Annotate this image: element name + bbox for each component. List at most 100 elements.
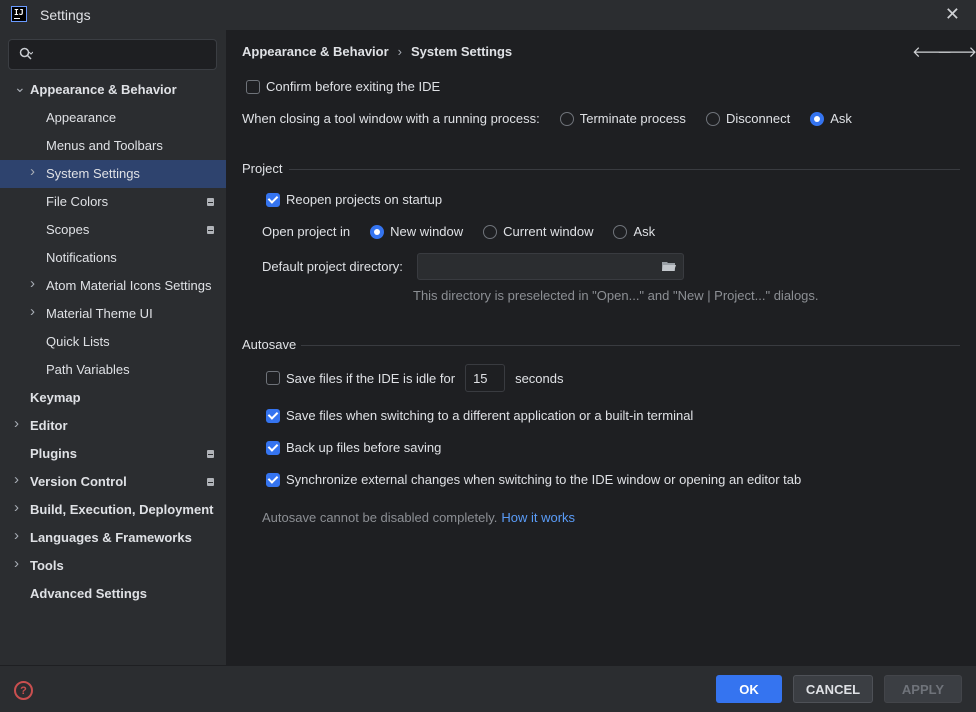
sidebar-item-label: File Colors — [46, 194, 109, 209]
sidebar-item-notifications[interactable]: Notifications — [0, 244, 226, 272]
tool-window-ask-option[interactable]: Ask — [810, 111, 852, 126]
ok-button[interactable]: OK — [716, 675, 782, 703]
tool-window-disconnect-radio[interactable] — [705, 111, 720, 126]
default-dir-row: Default project directory: — [262, 259, 403, 274]
sidebar-item-material-theme-ui[interactable]: › Material Theme UI — [0, 300, 226, 328]
sidebar-item-build-execution-deployment[interactable]: › Build, Execution, Deployment — [0, 496, 226, 524]
sidebar-item-label: System Settings — [46, 166, 140, 181]
switching-save-label: Save files when switching to a different… — [286, 408, 694, 423]
sidebar-item-plugins[interactable]: Plugins — [0, 440, 226, 468]
breadcrumb: Appearance & Behavior › System Settings — [242, 44, 512, 59]
sidebar-item-label: Quick Lists — [46, 334, 110, 349]
sidebar-item-label: Editor — [30, 418, 68, 433]
intellij-app-icon: IJ — [11, 6, 27, 22]
chevron-right-icon[interactable]: › — [14, 528, 24, 543]
chevron-right-icon[interactable]: › — [14, 416, 24, 431]
sidebar-item-quick-lists[interactable]: Quick Lists — [0, 328, 226, 356]
idle-seconds-input[interactable]: 15 — [465, 364, 506, 392]
idle-save-option[interactable]: Save files if the IDE is idle for 15 sec… — [266, 364, 564, 392]
switching-save-option[interactable]: Save files when switching to a different… — [266, 408, 693, 423]
sidebar-item-label: Atom Material Icons Settings — [46, 278, 212, 293]
confirm-exit-checkbox[interactable] — [246, 79, 260, 94]
search-icon — [19, 47, 33, 60]
sidebar-item-advanced-settings[interactable]: Advanced Settings — [0, 580, 226, 608]
backup-option[interactable]: Back up files before saving — [266, 440, 441, 455]
sidebar-item-version-control[interactable]: › Version Control — [0, 468, 226, 496]
sidebar-item-system-settings[interactable]: › System Settings — [0, 160, 226, 188]
cancel-button[interactable]: CANCEL — [793, 675, 873, 703]
apply-button[interactable]: APPLY — [884, 675, 962, 703]
sidebar-item-label: Appearance — [46, 110, 117, 125]
tool-window-label: When closing a tool window with a runnin… — [242, 111, 540, 126]
confirm-exit-option[interactable]: Confirm before exiting the IDE — [246, 79, 440, 94]
sync-option[interactable]: Synchronize external changes when switch… — [266, 472, 801, 487]
open-in-current-window-radio[interactable] — [483, 224, 498, 239]
chevron-right-icon[interactable]: › — [14, 472, 24, 487]
autosave-section-title: Autosave — [242, 337, 297, 352]
folder-icon[interactable] — [662, 261, 676, 272]
chevron-right-icon[interactable]: › — [14, 556, 24, 571]
tool-window-options: Terminate process Disconnect Ask — [559, 111, 872, 126]
title-bar: IJ Settings ✕ — [0, 0, 976, 30]
sidebar-item-label: Path Variables — [46, 362, 130, 377]
sidebar-item-tools[interactable]: › Tools — [0, 552, 226, 580]
reopen-projects-checkbox[interactable] — [266, 192, 280, 207]
sidebar-item-keymap[interactable]: Keymap — [0, 384, 226, 412]
chevron-right-icon[interactable]: › — [30, 164, 40, 179]
default-dir-field[interactable] — [417, 253, 684, 280]
breadcrumb-current: System Settings — [411, 44, 513, 59]
search-input[interactable] — [8, 39, 217, 70]
sync-checkbox[interactable] — [266, 472, 280, 487]
open-in-new-window-label: New window — [390, 224, 464, 239]
open-in-new-window-option[interactable]: New window — [370, 224, 463, 239]
chevron-right-icon[interactable]: › — [30, 304, 40, 319]
reopen-projects-option[interactable]: Reopen projects on startup — [266, 192, 442, 207]
sidebar-item-appearance-behavior[interactable]: ⌄ Appearance & Behavior — [0, 76, 226, 104]
chevron-down-icon[interactable]: ⌄ — [14, 80, 26, 94]
autosave-separator — [301, 345, 960, 346]
sidebar-item-editor[interactable]: › Editor — [0, 412, 226, 440]
tool-window-ask-radio[interactable] — [810, 111, 825, 126]
sidebar-item-label: Advanced Settings — [30, 586, 148, 601]
sidebar-item-menus-and-toolbars[interactable]: Menus and Toolbars — [0, 132, 226, 160]
sidebar-item-file-colors[interactable]: File Colors — [0, 188, 226, 216]
open-in-ask-option[interactable]: Ask — [613, 224, 655, 239]
help-icon[interactable]: ? — [14, 681, 33, 700]
backup-checkbox[interactable] — [266, 440, 280, 455]
tool-window-terminate-process-option[interactable]: Terminate process — [559, 111, 686, 126]
idle-save-checkbox[interactable] — [266, 371, 280, 385]
sync-label: Synchronize external changes when switch… — [286, 472, 802, 487]
sidebar-item-path-variables[interactable]: Path Variables — [0, 356, 226, 384]
chevron-right-icon[interactable]: › — [30, 276, 40, 291]
close-icon[interactable]: ✕ — [945, 4, 960, 25]
sidebar-item-label: Notifications — [46, 250, 117, 265]
project-separator — [289, 169, 960, 170]
sidebar-item-atom-material-icons-settings[interactable]: › Atom Material Icons Settings — [0, 272, 226, 300]
chevron-right-icon[interactable]: › — [14, 500, 24, 515]
sidebar-item-label: Appearance & Behavior — [30, 82, 177, 97]
tool-window-disconnect-option[interactable]: Disconnect — [705, 111, 791, 126]
sidebar-item-label: Languages & Frameworks — [30, 530, 192, 545]
dialog-footer: ? OK CANCEL APPLY — [0, 665, 976, 712]
sidebar-item-label: Plugins — [30, 446, 77, 461]
sidebar-item-appearance[interactable]: Appearance — [0, 104, 226, 132]
settings-content: Appearance & Behavior › System Settings 🡐 … — [226, 30, 976, 665]
sidebar-item-label: Scopes — [46, 222, 90, 237]
settings-sidebar: ⌄ Appearance & Behavior Appearance Menus an… — [0, 30, 226, 665]
open-in-ask-radio[interactable] — [613, 224, 628, 239]
tool-window-disconnect-label: Disconnect — [725, 111, 791, 126]
sidebar-item-scopes[interactable]: Scopes — [0, 216, 226, 244]
forward-arrow-icon[interactable]: 🡒 — [937, 42, 976, 61]
sidebar-item-languages-frameworks[interactable]: › Languages & Frameworks — [0, 524, 226, 552]
breadcrumb-parent[interactable]: Appearance & Behavior — [242, 44, 389, 59]
switching-save-checkbox[interactable] — [266, 408, 280, 423]
project-section-title: Project — [242, 161, 283, 176]
tool-window-terminate-process-label: Terminate process — [579, 111, 686, 126]
how-it-works-link[interactable]: How it works — [501, 510, 575, 525]
confirm-exit-label: Confirm before exiting the IDE — [266, 79, 441, 94]
open-in-current-window-option[interactable]: Current window — [483, 224, 593, 239]
autosave-note: Autosave cannot be disabled completely. … — [262, 510, 575, 525]
default-dir-label: Default project directory: — [262, 259, 403, 274]
tool-window-terminate-process-radio[interactable] — [559, 111, 574, 126]
open-in-new-window-radio[interactable] — [370, 224, 385, 239]
